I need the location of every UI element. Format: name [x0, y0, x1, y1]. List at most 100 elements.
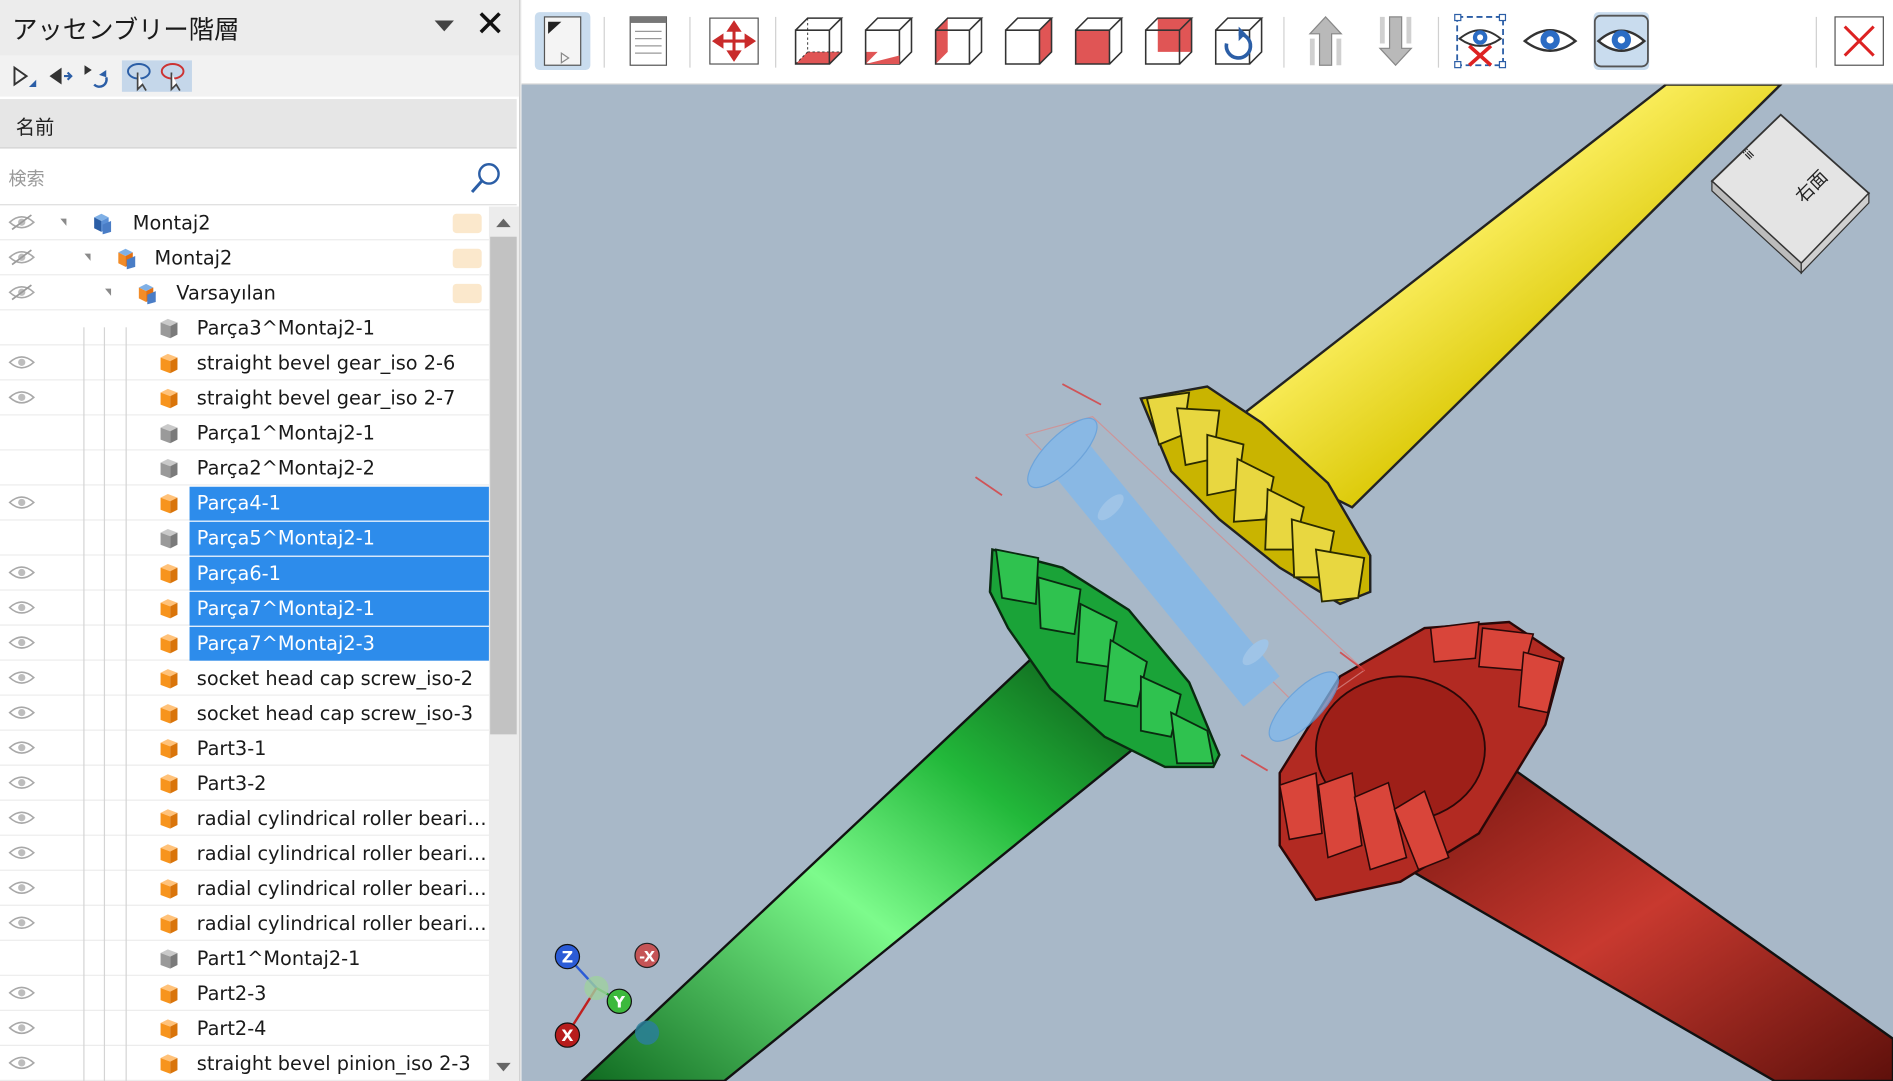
- tree-item-label: radial cylindrical roller beari…: [196, 911, 487, 935]
- 3d-viewport[interactable]: 右面 ⅲ Z Y X -X: [521, 84, 1893, 1081]
- tree-item-label: Parça4-1: [196, 491, 281, 515]
- tree-toolbar: [0, 55, 520, 97]
- tree-row[interactable]: Parça6-1: [0, 556, 489, 591]
- tree-item-label: Parça5^Montaj2-1: [196, 526, 375, 550]
- tree-row[interactable]: Montaj2: [0, 207, 489, 241]
- tree-row[interactable]: Parça5^Montaj2-1: [0, 521, 489, 556]
- tree-row[interactable]: straight bevel pinion_iso 2-3: [0, 1047, 489, 1081]
- assembly-icon: [138, 283, 156, 305]
- visibility-eye-icon[interactable]: [8, 389, 35, 406]
- move-up-button[interactable]: [1298, 12, 1354, 70]
- collapse-all-icon[interactable]: [45, 60, 76, 91]
- tree-guide-line: [125, 327, 127, 1081]
- view-right-button[interactable]: [1000, 12, 1056, 70]
- visibility-eye-icon[interactable]: [8, 774, 35, 791]
- show-all-button[interactable]: [1593, 12, 1650, 71]
- view-front-button[interactable]: [860, 12, 916, 70]
- view-back-button[interactable]: [1070, 12, 1126, 70]
- tree-row[interactable]: Varsayılan: [0, 277, 489, 311]
- toolbar-separator: [1283, 16, 1285, 68]
- visibility-eye-icon[interactable]: [8, 739, 35, 756]
- hide-selected-button[interactable]: [1452, 12, 1508, 70]
- toolbar-separator: [1815, 16, 1817, 68]
- view-bottom-button[interactable]: [790, 12, 846, 70]
- visibility-eye-icon[interactable]: [8, 1054, 35, 1071]
- tree-guide-line: [103, 327, 106, 1081]
- view-toolbar: [521, 0, 1893, 85]
- close-view-button[interactable]: [1831, 12, 1887, 70]
- tree-row[interactable]: socket head cap screw_iso-2: [0, 662, 489, 696]
- orange-part-icon: [160, 634, 178, 654]
- green-shaft[interactable]: [580, 650, 1143, 1081]
- tree-row[interactable]: straight bevel gear_iso 2-6: [0, 347, 489, 381]
- search-icon[interactable]: [468, 159, 504, 195]
- search-field[interactable]: 検索: [0, 148, 517, 206]
- tree-row[interactable]: radial cylindrical roller beari…: [0, 837, 489, 871]
- visibility-eye-icon[interactable]: [8, 214, 35, 231]
- document-button[interactable]: [621, 12, 677, 70]
- scroll-up-arrow-icon[interactable]: [496, 218, 511, 228]
- view-bottom-icon: [794, 17, 844, 65]
- visibility-eye-icon[interactable]: [8, 914, 35, 931]
- visibility-eye-icon[interactable]: [8, 494, 35, 511]
- tree-item-label: Part1^Montaj2-1: [196, 946, 361, 970]
- tree-row[interactable]: socket head cap screw_iso-3: [0, 697, 489, 731]
- view-left-button[interactable]: [930, 12, 986, 70]
- visibility-eye-icon[interactable]: [8, 879, 35, 896]
- tree-row[interactable]: Part3-2: [0, 767, 489, 801]
- scroll-down-arrow-icon[interactable]: [496, 1062, 511, 1072]
- deselect-filter-icon[interactable]: [158, 60, 189, 92]
- tree-row[interactable]: Parça2^Montaj2-2: [0, 452, 489, 486]
- tree-row[interactable]: Part2-4: [0, 1012, 489, 1046]
- select-filter-icon[interactable]: [124, 60, 155, 92]
- config-tag: [452, 283, 482, 304]
- tree-row[interactable]: Part1^Montaj2-1: [0, 942, 489, 976]
- move-down-button[interactable]: [1368, 12, 1424, 70]
- visibility-eye-icon[interactable]: [8, 599, 35, 616]
- tree-row[interactable]: Part3-1: [0, 732, 489, 766]
- tree-row[interactable]: Montaj2: [0, 242, 489, 276]
- visibility-eye-icon[interactable]: [8, 1019, 35, 1036]
- rotate-view-button[interactable]: [1210, 12, 1266, 70]
- rotate-view-icon: [1214, 17, 1264, 65]
- tree-row[interactable]: straight bevel gear_iso 2-7: [0, 382, 489, 416]
- scrollbar-thumb[interactable]: [490, 236, 517, 735]
- tree-row[interactable]: Parça1^Montaj2-1: [0, 417, 489, 451]
- view-top-button[interactable]: [1140, 12, 1196, 70]
- fit-all-button[interactable]: [706, 12, 762, 70]
- orange-part-icon: [160, 739, 178, 759]
- tree-row[interactable]: radial cylindrical roller beari…: [0, 907, 489, 941]
- visibility-eye-icon[interactable]: [8, 669, 35, 686]
- tree-row[interactable]: Parça7^Montaj2-3: [0, 626, 489, 661]
- yellow-shaft[interactable]: [1211, 84, 1783, 509]
- visibility-eye-icon[interactable]: [8, 284, 35, 301]
- tree-row[interactable]: Parça3^Montaj2-1: [0, 312, 489, 346]
- visibility-eye-icon[interactable]: [8, 564, 35, 581]
- name-column-header[interactable]: 名前: [0, 99, 517, 149]
- tree-row[interactable]: Parça4-1: [0, 486, 489, 521]
- expand-toggle-icon[interactable]: [60, 218, 67, 226]
- visibility-eye-icon[interactable]: [8, 634, 35, 651]
- visibility-eye-icon[interactable]: [8, 844, 35, 861]
- sheet-layout-button[interactable]: [534, 12, 591, 71]
- show-button[interactable]: [1522, 12, 1578, 70]
- panel-close-button[interactable]: ✕: [473, 7, 507, 46]
- visibility-eye-icon[interactable]: [8, 249, 35, 266]
- tree-row[interactable]: Part2-3: [0, 977, 489, 1011]
- expand-toggle-icon[interactable]: [105, 288, 112, 296]
- model-view[interactable]: 右面 ⅲ Z Y X -X: [522, 84, 1893, 1081]
- visibility-eye-icon[interactable]: [8, 984, 35, 1001]
- panel-menu-chevron-down-icon[interactable]: [434, 20, 454, 32]
- sync-tree-icon[interactable]: [80, 60, 111, 91]
- tree-row[interactable]: Parça7^Montaj2-1: [0, 591, 489, 626]
- tree-item-label: Varsayılan: [176, 281, 276, 305]
- visibility-eye-icon[interactable]: [8, 354, 35, 371]
- visibility-eye-icon[interactable]: [8, 809, 35, 826]
- tree-row[interactable]: radial cylindrical roller beari…: [0, 802, 489, 836]
- tree-row[interactable]: radial cylindrical roller beari…: [0, 872, 489, 906]
- visibility-eye-icon[interactable]: [8, 704, 35, 721]
- view-cube[interactable]: 右面 ⅲ: [1710, 113, 1871, 275]
- expand-all-icon[interactable]: [10, 60, 41, 91]
- gray-part-icon: [160, 423, 178, 444]
- expand-toggle-icon[interactable]: [84, 253, 91, 261]
